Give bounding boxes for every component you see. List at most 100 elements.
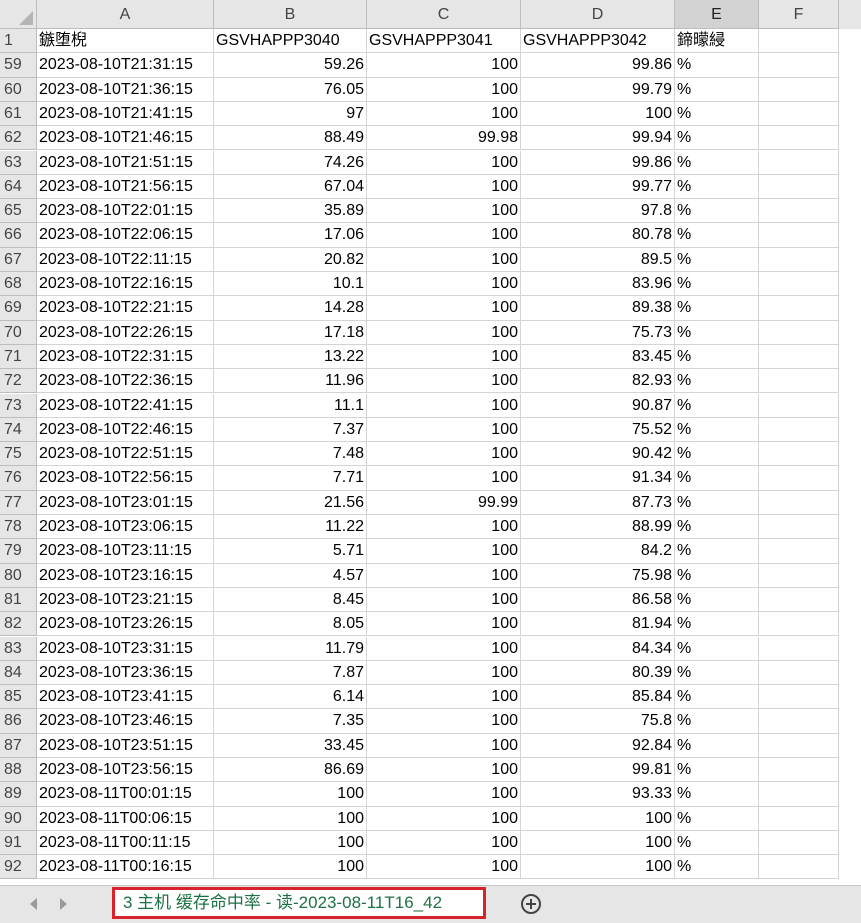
cell-d[interactable]: 100 xyxy=(521,806,675,831)
cell-d[interactable]: 99.86 xyxy=(521,53,675,78)
cell-f[interactable] xyxy=(759,223,839,248)
cell-e[interactable]: % xyxy=(675,490,759,515)
cell-f[interactable] xyxy=(759,855,839,880)
cell-f[interactable] xyxy=(759,174,839,200)
cell-e[interactable]: % xyxy=(675,344,759,370)
row-number[interactable]: 79 xyxy=(0,539,37,564)
row-number[interactable]: 82 xyxy=(0,612,37,637)
cell-b[interactable]: 14.28 xyxy=(214,296,367,321)
cell-e[interactable]: % xyxy=(675,77,759,102)
cell-b[interactable]: 100 xyxy=(214,806,367,831)
cell-f[interactable] xyxy=(759,806,839,831)
cell-e[interactable]: % xyxy=(675,587,759,613)
cell-c[interactable]: 100 xyxy=(367,612,521,637)
cell-b[interactable]: 35.89 xyxy=(214,199,367,224)
cell-f[interactable] xyxy=(759,272,839,297)
cell-c[interactable]: 100 xyxy=(367,806,521,831)
cell-e[interactable]: % xyxy=(675,636,759,661)
cell-c[interactable]: 100 xyxy=(367,830,521,856)
cell-a[interactable]: 2023-08-10T22:16:15 xyxy=(37,272,214,297)
cell-c[interactable]: 100 xyxy=(367,563,521,588)
cell-c[interactable]: 100 xyxy=(367,77,521,102)
cell-b[interactable]: 33.45 xyxy=(214,733,367,758)
cell-f[interactable] xyxy=(759,369,839,394)
cell-f[interactable] xyxy=(759,126,839,151)
column-header-e[interactable]: E xyxy=(675,0,759,29)
cell-e[interactable]: % xyxy=(675,101,759,127)
cell-d[interactable]: 99.81 xyxy=(521,758,675,783)
cell-a[interactable]: 2023-08-10T22:11:15 xyxy=(37,247,214,272)
cell-b[interactable]: 10.1 xyxy=(214,272,367,297)
cell-e[interactable]: % xyxy=(675,417,759,443)
cell-b[interactable]: 7.37 xyxy=(214,417,367,443)
cell-a[interactable]: 2023-08-10T21:51:15 xyxy=(37,150,214,175)
cell-e[interactable]: % xyxy=(675,733,759,758)
row-number[interactable]: 77 xyxy=(0,490,37,515)
cell-c[interactable]: 100 xyxy=(367,855,521,880)
row-number[interactable]: 71 xyxy=(0,344,37,370)
cell-d[interactable]: 83.96 xyxy=(521,272,675,297)
cell-d[interactable]: 99.79 xyxy=(521,77,675,102)
cell-c[interactable]: GSVHAPPP3041 xyxy=(367,29,521,54)
cell-e[interactable]: % xyxy=(675,758,759,783)
cell-c[interactable]: 100 xyxy=(367,660,521,686)
row-number[interactable]: 73 xyxy=(0,393,37,418)
cell-e[interactable]: % xyxy=(675,855,759,880)
cell-c[interactable]: 100 xyxy=(367,150,521,175)
row-number[interactable]: 75 xyxy=(0,442,37,467)
cell-b[interactable]: 74.26 xyxy=(214,150,367,175)
cell-f[interactable] xyxy=(759,782,839,807)
cell-b[interactable]: 7.48 xyxy=(214,442,367,467)
cell-c[interactable]: 100 xyxy=(367,296,521,321)
cell-c[interactable]: 100 xyxy=(367,272,521,297)
cell-c[interactable]: 100 xyxy=(367,515,521,540)
cell-d[interactable]: 88.99 xyxy=(521,515,675,540)
cell-d[interactable]: 97.8 xyxy=(521,199,675,224)
row-number[interactable]: 60 xyxy=(0,77,37,102)
cell-d[interactable]: 99.94 xyxy=(521,126,675,151)
cell-b[interactable]: 59.26 xyxy=(214,53,367,78)
cell-b[interactable]: 11.22 xyxy=(214,515,367,540)
cell-d[interactable]: 82.93 xyxy=(521,369,675,394)
row-number[interactable]: 87 xyxy=(0,733,37,758)
cell-f[interactable] xyxy=(759,199,839,224)
cell-c[interactable]: 100 xyxy=(367,539,521,564)
row-number[interactable]: 84 xyxy=(0,660,37,686)
row-number[interactable]: 70 xyxy=(0,320,37,345)
plus-circle-icon[interactable] xyxy=(521,894,541,914)
cell-f[interactable] xyxy=(759,660,839,686)
cell-a[interactable]: 2023-08-10T22:36:15 xyxy=(37,369,214,394)
row-number[interactable]: 67 xyxy=(0,247,37,272)
cell-f[interactable] xyxy=(759,587,839,613)
cell-a[interactable]: 2023-08-11T00:16:15 xyxy=(37,855,214,880)
row-number[interactable]: 62 xyxy=(0,126,37,151)
cell-f[interactable] xyxy=(759,393,839,418)
cell-d[interactable]: GSVHAPPP3042 xyxy=(521,29,675,54)
cell-d[interactable]: 89.5 xyxy=(521,247,675,272)
cell-a[interactable]: 2023-08-10T23:26:15 xyxy=(37,612,214,637)
column-header-d[interactable]: D xyxy=(521,0,675,29)
cell-e[interactable]: % xyxy=(675,272,759,297)
cell-c[interactable]: 100 xyxy=(367,247,521,272)
cell-a[interactable]: 2023-08-10T22:31:15 xyxy=(37,344,214,370)
row-number[interactable]: 88 xyxy=(0,758,37,783)
cell-a[interactable]: 2023-08-10T22:06:15 xyxy=(37,223,214,248)
cell-c[interactable]: 99.98 xyxy=(367,126,521,151)
cell-e[interactable]: % xyxy=(675,247,759,272)
cell-a[interactable]: 2023-08-11T00:01:15 xyxy=(37,782,214,807)
row-number[interactable]: 85 xyxy=(0,685,37,710)
cell-d[interactable]: 100 xyxy=(521,855,675,880)
cell-f[interactable] xyxy=(759,539,839,564)
cell-c[interactable]: 100 xyxy=(367,369,521,394)
cell-c[interactable]: 100 xyxy=(367,417,521,443)
cell-f[interactable] xyxy=(759,733,839,758)
cell-e[interactable]: % xyxy=(675,563,759,588)
cell-d[interactable]: 91.34 xyxy=(521,466,675,491)
cell-c[interactable]: 100 xyxy=(367,320,521,345)
cell-e[interactable]: % xyxy=(675,199,759,224)
cell-c[interactable]: 100 xyxy=(367,709,521,734)
triangle-right-icon[interactable] xyxy=(60,898,67,910)
cell-a[interactable]: 2023-08-10T23:21:15 xyxy=(37,587,214,613)
sheet-tab-active[interactable]: 3 主机 缓存命中率 - 读-2023-08-11T16_42 xyxy=(112,887,486,919)
row-number[interactable]: 65 xyxy=(0,199,37,224)
